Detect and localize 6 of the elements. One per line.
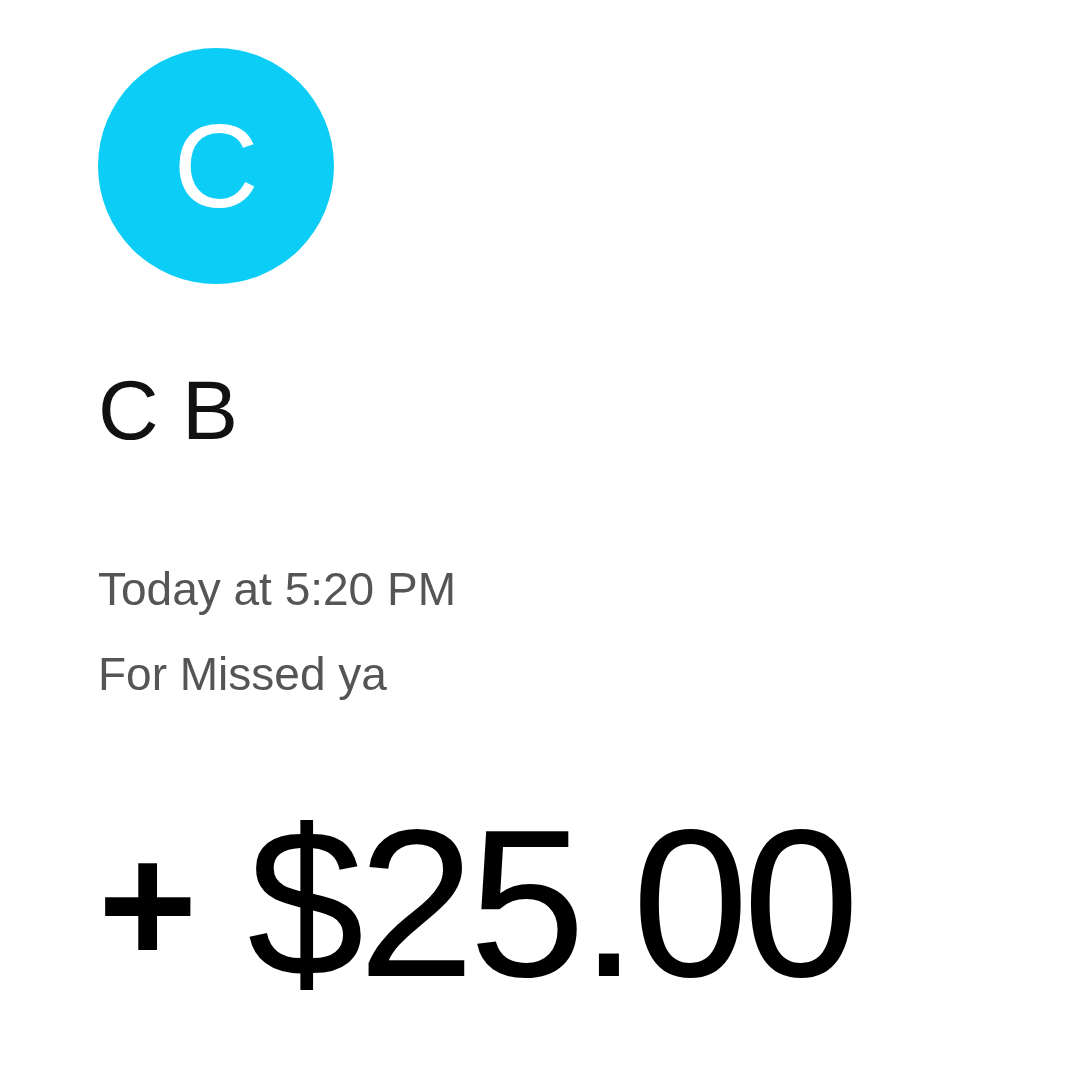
timestamp: Today at 5:20 PM bbox=[98, 564, 457, 615]
plus-sign: + bbox=[98, 819, 198, 990]
payment-note: For Missed ya bbox=[98, 648, 388, 700]
contact-name: C B bbox=[98, 368, 240, 452]
amount: $25.00 bbox=[247, 799, 854, 1010]
avatar: C bbox=[98, 48, 334, 284]
